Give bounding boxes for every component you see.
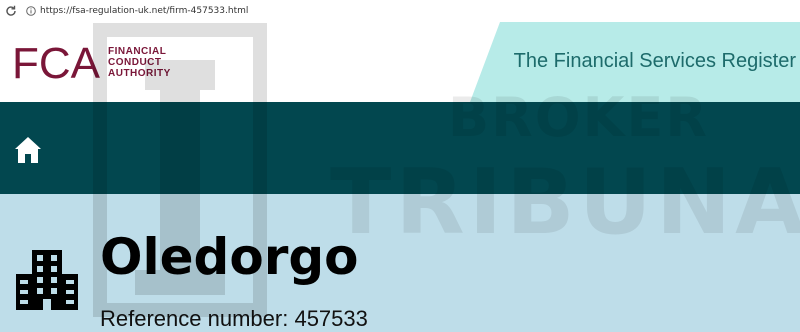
reload-icon[interactable]: [4, 4, 18, 18]
logo-wordmark: FINANCIAL CONDUCT AUTHORITY: [108, 46, 171, 79]
site-header: The Financial Services Register FCA FINA…: [0, 22, 800, 102]
reference-line: Reference number: 457533: [100, 306, 368, 332]
info-icon[interactable]: [26, 6, 36, 16]
navigation-bar: [0, 102, 800, 194]
svg-text:FCA: FCA: [12, 40, 100, 84]
building-icon: [16, 250, 78, 310]
fca-logo[interactable]: FCA FINANCIAL CONDUCT AUTHORITY: [12, 40, 171, 84]
logo-line: CONDUCT: [108, 56, 162, 68]
firm-details: Oledorgo Reference number: 457533: [0, 194, 800, 332]
reference-number: 457533: [294, 306, 368, 331]
url-text[interactable]: https://fsa-regulation-uk.net/firm-45753…: [40, 6, 248, 16]
browser-address-bar[interactable]: https://fsa-regulation-uk.net/firm-45753…: [0, 0, 800, 23]
reference-label: Reference number:: [100, 306, 289, 331]
firm-name: Oledorgo: [100, 228, 359, 286]
register-title[interactable]: The Financial Services Register: [514, 50, 796, 73]
logo-line: FINANCIAL: [108, 45, 167, 57]
logo-line: AUTHORITY: [108, 67, 171, 79]
home-icon: [15, 137, 41, 163]
home-button[interactable]: [12, 134, 44, 166]
fca-logo-mark: FCA: [12, 40, 100, 84]
